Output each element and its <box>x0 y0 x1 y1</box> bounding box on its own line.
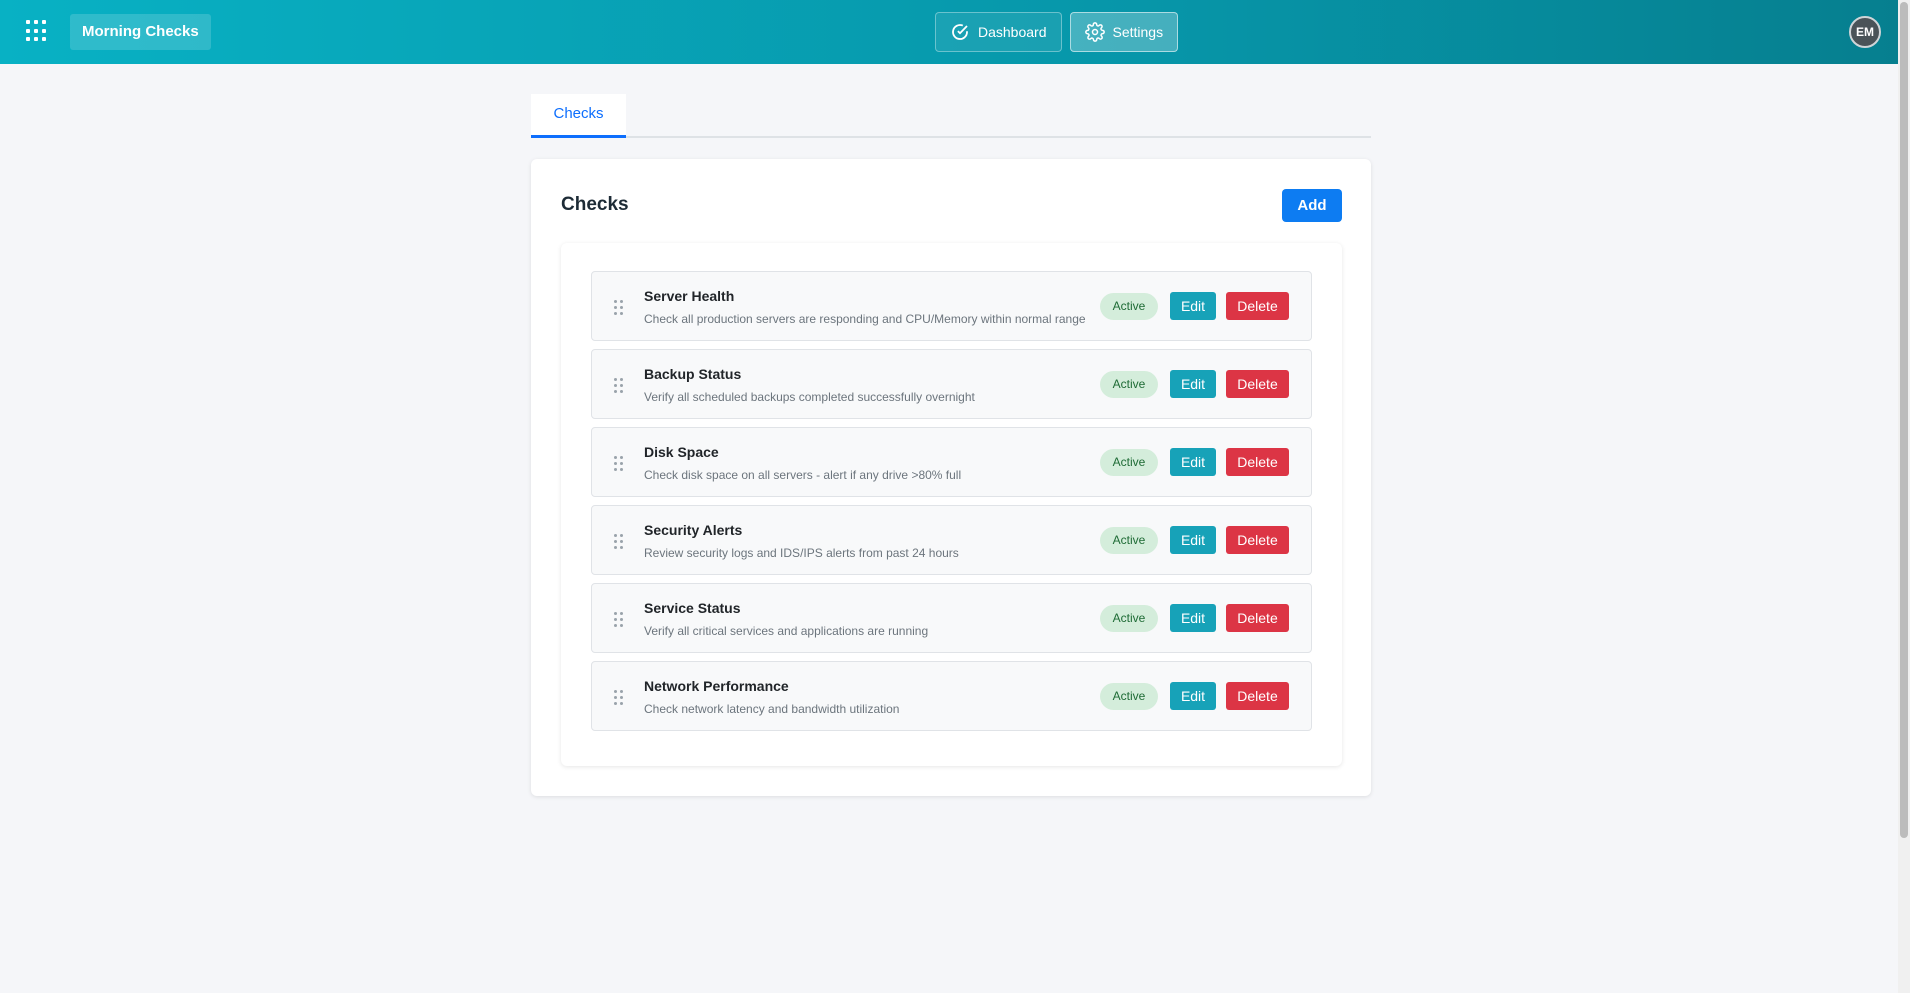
status-badge: Active <box>1100 293 1158 320</box>
check-description: Check all production servers are respond… <box>644 312 1086 326</box>
scrollbar-thumb[interactable] <box>1900 2 1908 838</box>
check-title: Disk Space <box>644 444 719 460</box>
delete-button[interactable]: Delete <box>1226 526 1289 554</box>
checks-card: Checks Add Server Health Check all produ… <box>531 159 1371 796</box>
user-avatar[interactable]: EM <box>1849 16 1881 48</box>
drag-handle-icon[interactable] <box>614 378 624 394</box>
edit-button[interactable]: Edit <box>1170 292 1216 320</box>
nav-settings-label: Settings <box>1112 24 1164 40</box>
check-title: Backup Status <box>644 366 742 382</box>
drag-handle-icon[interactable] <box>614 300 624 316</box>
card-title: Checks <box>561 194 629 215</box>
edit-button[interactable]: Edit <box>1170 370 1216 398</box>
add-check-button[interactable]: Add <box>1282 189 1342 222</box>
check-title: Server Health <box>644 288 735 304</box>
status-badge: Active <box>1100 527 1158 554</box>
gear-icon <box>1084 22 1105 42</box>
edit-button[interactable]: Edit <box>1170 448 1216 476</box>
nav-settings-button[interactable]: Settings <box>1069 12 1179 52</box>
check-description: Verify all scheduled backups completed s… <box>644 390 975 404</box>
check-circle-icon <box>952 24 968 40</box>
drag-handle-icon[interactable] <box>614 690 624 706</box>
drag-handle-icon[interactable] <box>614 456 624 472</box>
check-title: Service Status <box>644 600 741 616</box>
delete-button[interactable]: Delete <box>1226 604 1289 632</box>
check-description: Check disk space on all servers - alert … <box>644 468 962 482</box>
check-item: Server Health Check all production serve… <box>591 271 1312 341</box>
delete-button[interactable]: Delete <box>1226 292 1289 320</box>
checks-list-panel: Server Health Check all production serve… <box>561 243 1342 766</box>
edit-button[interactable]: Edit <box>1170 526 1216 554</box>
status-badge: Active <box>1100 683 1158 710</box>
tab-bar: Checks <box>531 94 1371 138</box>
delete-button[interactable]: Delete <box>1226 370 1289 398</box>
main-nav: Dashboard Settings <box>935 12 1179 52</box>
check-item: Disk Space Check disk space on all serve… <box>591 427 1312 497</box>
nav-dashboard-label: Dashboard <box>978 24 1047 40</box>
check-item: Backup Status Verify all scheduled backu… <box>591 349 1312 419</box>
check-item: Network Performance Check network latenc… <box>591 661 1312 731</box>
tab-checks[interactable]: Checks <box>531 94 626 138</box>
check-item: Service Status Verify all critical servi… <box>591 583 1312 653</box>
checks-list: Server Health Check all production serve… <box>591 271 1312 739</box>
check-item: Security Alerts Review security logs and… <box>591 505 1312 575</box>
nav-dashboard-button[interactable]: Dashboard <box>935 12 1062 52</box>
status-badge: Active <box>1100 449 1158 476</box>
drag-handle-icon[interactable] <box>614 534 624 550</box>
status-badge: Active <box>1100 371 1158 398</box>
page-scrollbar[interactable] <box>1898 0 1910 993</box>
drag-handle-icon[interactable] <box>614 612 624 628</box>
app-brand[interactable]: Morning Checks <box>70 14 211 50</box>
check-description: Check network latency and bandwidth util… <box>644 702 900 716</box>
check-title: Network Performance <box>644 678 789 694</box>
delete-button[interactable]: Delete <box>1226 448 1289 476</box>
check-description: Review security logs and IDS/IPS alerts … <box>644 546 959 560</box>
check-description: Verify all critical services and applica… <box>644 624 929 638</box>
top-navbar: Morning Checks Dashboard Settings EM <box>0 0 1898 64</box>
status-badge: Active <box>1100 605 1158 632</box>
check-title: Security Alerts <box>644 522 743 538</box>
edit-button[interactable]: Edit <box>1170 682 1216 710</box>
delete-button[interactable]: Delete <box>1226 682 1289 710</box>
apps-grid-icon[interactable] <box>26 20 48 42</box>
edit-button[interactable]: Edit <box>1170 604 1216 632</box>
